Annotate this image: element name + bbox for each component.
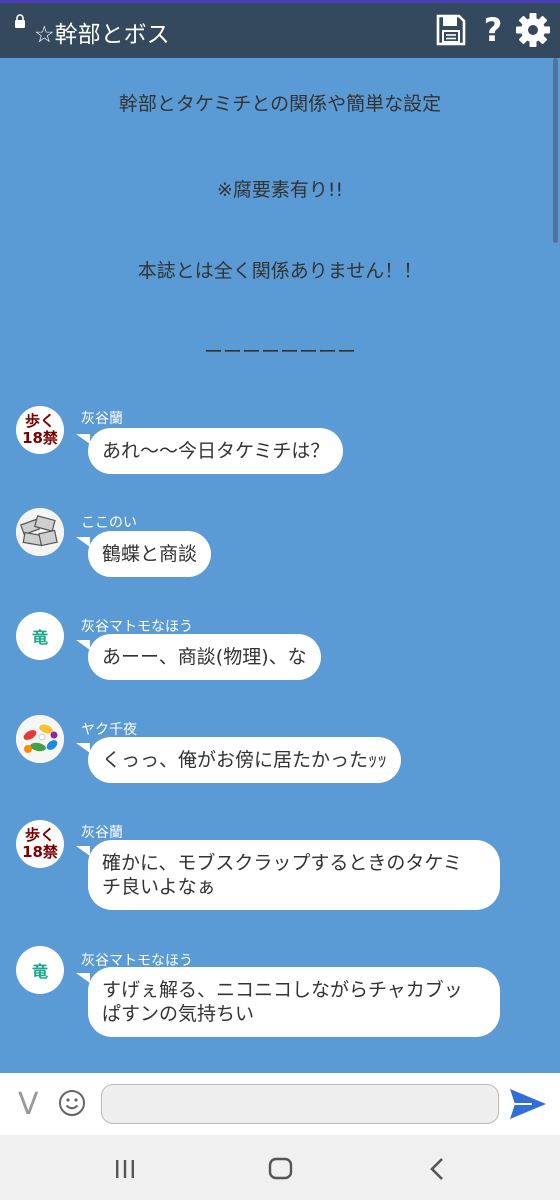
message-text: 確かに、モブスクラップするときのタケミ <box>102 852 462 874</box>
message-text: すげぇ解る、ニコニコしながらチャカブッ <box>102 979 463 1001</box>
message-input[interactable] <box>101 1084 499 1124</box>
message-bubble: 鶴蝶と商談 <box>75 531 212 577</box>
message-text: くっっ、俺がお傍に居たかったｯｯ <box>102 749 388 771</box>
message-text: チ良いよなぁ <box>102 876 216 898</box>
message-bubble: あれ〜〜今日タケミチは？ <box>75 428 344 474</box>
avatar-label: 18禁 <box>22 843 58 861</box>
gear-icon[interactable] <box>515 12 551 48</box>
message-bubble: くっっ、俺がお傍に居たかったｯｯ <box>75 737 402 783</box>
avatar[interactable]: 竜 <box>16 612 64 660</box>
avatar[interactable] <box>16 715 64 763</box>
message-text: ぱすンの気持ちい <box>102 1003 255 1025</box>
intro-divider: ーーーーーーーー <box>203 341 356 363</box>
message-text: あーー、商談(物理)、な <box>102 646 307 668</box>
back-icon[interactable] <box>428 1157 446 1181</box>
avatar-label: 歩く <box>24 826 55 844</box>
avatar[interactable]: 歩く 18禁 <box>16 406 64 454</box>
scrollbar[interactable] <box>553 58 558 243</box>
message-text: 鶴蝶と商談 <box>102 543 198 565</box>
avatar-label: 竜 <box>31 628 48 647</box>
input-bar: V <box>0 1073 560 1135</box>
sender-name: 灰谷マトモなほう <box>81 619 193 635</box>
avatar[interactable]: 歩く 18禁 <box>16 820 64 868</box>
sender-name: ヤク千夜 <box>81 722 137 738</box>
message-bubble: 確かに、モブスクラップするときのタケミ チ良いよなぁ <box>76 840 500 910</box>
intro-line: 幹部とタケミチとの関係や簡単な設定 <box>118 93 442 115</box>
sender-name: 灰谷蘭 <box>81 825 123 841</box>
save-icon[interactable] <box>436 14 466 46</box>
smile-icon[interactable] <box>58 1089 86 1117</box>
avatar-label: 18禁 <box>22 429 58 447</box>
recent-apps-icon[interactable] <box>114 1159 136 1179</box>
help-icon[interactable]: ? <box>482 11 504 49</box>
home-icon[interactable] <box>268 1157 294 1181</box>
intro-line: ※腐要素有り!! <box>216 179 344 201</box>
message-text: あれ〜〜今日タケミチは？ <box>102 440 330 462</box>
header-bar: ☆幹部とボス ? <box>0 3 560 58</box>
avatar[interactable]: 竜 <box>16 946 64 994</box>
system-nav-bar <box>0 1135 560 1200</box>
sender-name: ここのい <box>81 515 137 531</box>
sender-name: 灰谷蘭 <box>81 411 123 427</box>
pills-image <box>16 715 64 763</box>
message-bubble: あーー、商談(物理)、な <box>76 634 321 680</box>
avatar-label: 歩く <box>24 412 55 430</box>
intro-line: 本誌とは全く関係ありません！！ <box>137 260 423 282</box>
send-icon[interactable] <box>508 1087 548 1121</box>
avatar[interactable] <box>16 508 64 556</box>
lock-icon <box>15 14 25 28</box>
v-icon[interactable]: V <box>18 1087 39 1122</box>
message-bubble: すげぇ解る、ニコニコしながらチャカブッ ぱすンの気持ちい <box>76 967 500 1037</box>
chat-title: ☆幹部とボス <box>34 22 170 48</box>
avatar-image <box>16 508 64 556</box>
avatar-label: 竜 <box>31 962 48 981</box>
